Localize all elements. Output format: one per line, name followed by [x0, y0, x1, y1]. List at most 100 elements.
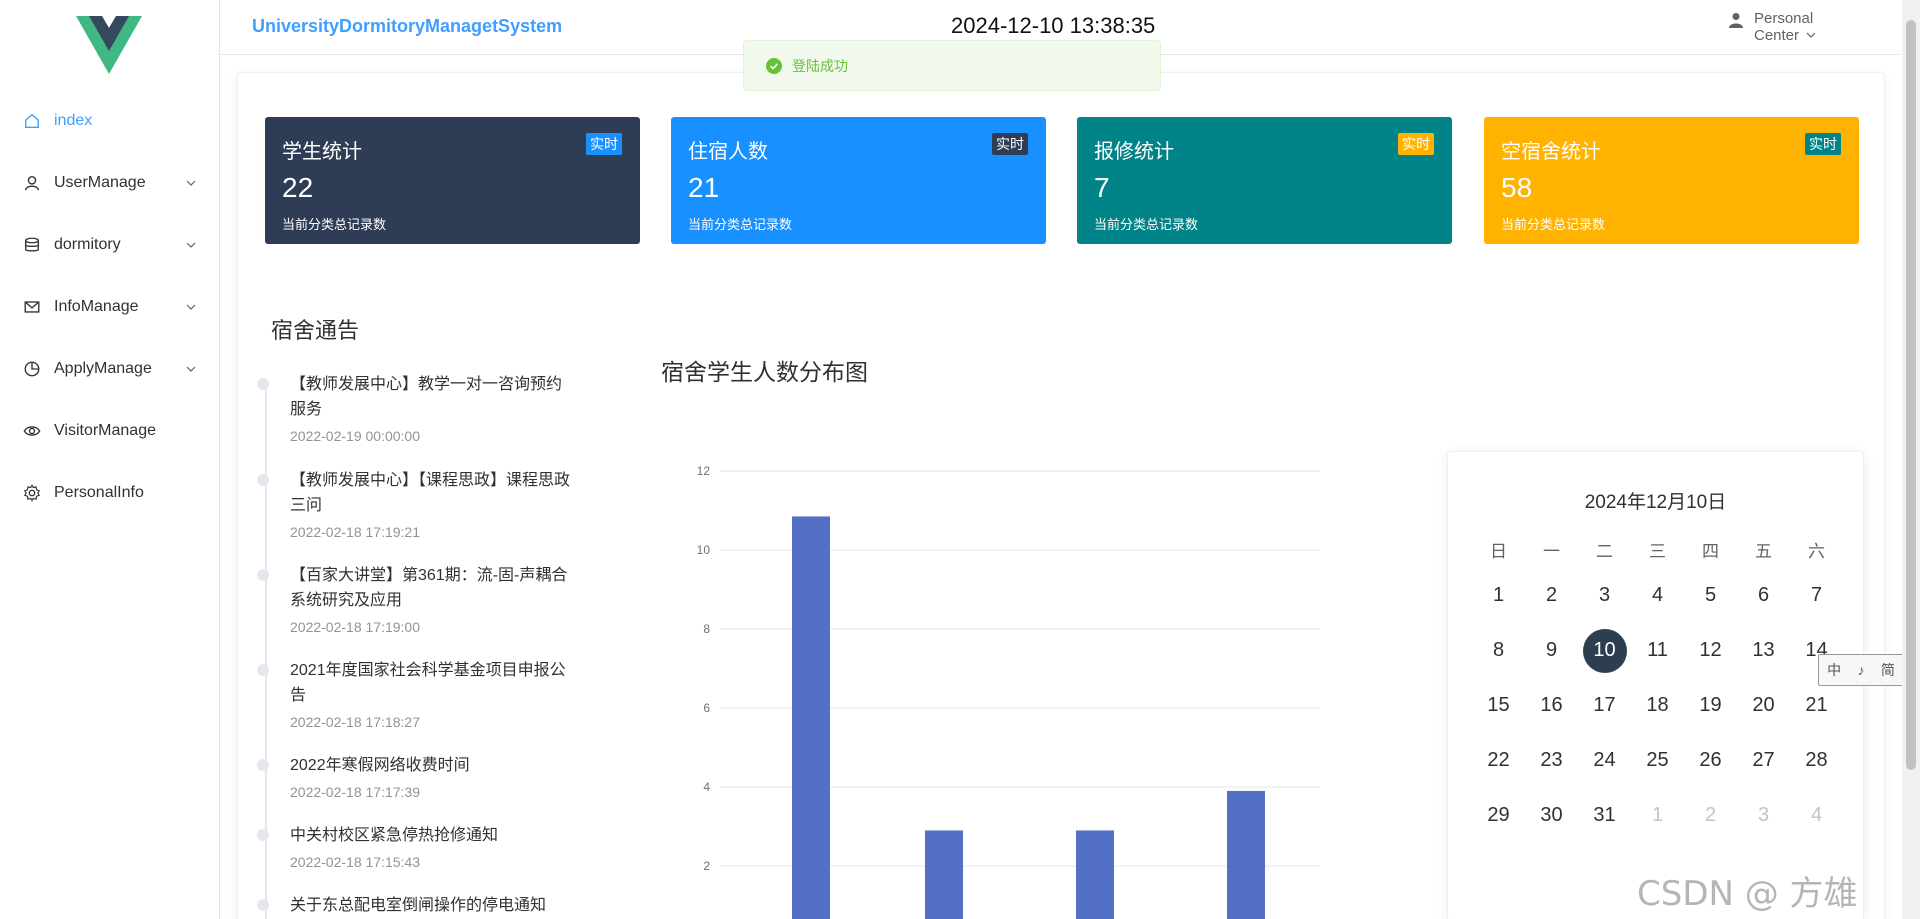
- chevron-down-icon: [186, 304, 196, 310]
- calendar-day[interactable]: 22: [1472, 733, 1525, 788]
- stat-description: 当前分类总记录数: [1501, 217, 1606, 232]
- calendar-day[interactable]: 2: [1525, 568, 1578, 623]
- calendar-day[interactable]: 23: [1525, 733, 1578, 788]
- stat-title: 学生统计: [282, 141, 362, 163]
- notice-item[interactable]: 2021年度国家社会科学基金项目申报公告 2022-02-18 17:18:27: [256, 658, 576, 730]
- notice-text: 中关村校区紧急停热抢修通知: [290, 827, 499, 844]
- weekday-label: 五: [1755, 542, 1772, 561]
- vue-logo-icon: [76, 16, 142, 74]
- chevron-down-icon: [186, 180, 196, 186]
- calendar-day[interactable]: 25: [1631, 733, 1684, 788]
- ime-button[interactable]: 中: [1827, 660, 1841, 680]
- stat-value: 22: [282, 172, 314, 203]
- calendar-day[interactable]: 15: [1472, 678, 1525, 733]
- database-icon: [22, 235, 42, 255]
- bar[interactable]: [1227, 790, 1265, 919]
- day-number: 25: [1646, 749, 1669, 771]
- day-number: 11: [1647, 639, 1668, 661]
- calendar-day[interactable]: 3: [1737, 788, 1790, 843]
- notice-item[interactable]: 【教师发展中心】教学一对一咨询预约服务 2022-02-19 00:00:00: [256, 372, 576, 444]
- calendar-day[interactable]: 9: [1525, 623, 1578, 678]
- calendar-day[interactable]: 12: [1684, 623, 1737, 678]
- realtime-badge: 实时: [586, 133, 622, 155]
- y-tick-label: 6: [703, 701, 710, 715]
- calendar-day[interactable]: 21: [1790, 678, 1843, 733]
- calendar-day[interactable]: 19: [1684, 678, 1737, 733]
- day-number: 13: [1752, 639, 1775, 661]
- calendar-day[interactable]: 4: [1631, 568, 1684, 623]
- day-number: 15: [1487, 694, 1510, 716]
- bar[interactable]: [792, 516, 830, 919]
- calendar-day[interactable]: 18: [1631, 678, 1684, 733]
- day-number: 26: [1699, 749, 1722, 771]
- sidebar-item-visitormanage[interactable]: VisitorManage: [0, 400, 220, 462]
- stat-card[interactable]: 空宿舍统计 58 当前分类总记录数 实时: [1484, 117, 1859, 244]
- sidebar: index UserManage dormitory InfoManage ApplyM…: [0, 0, 220, 919]
- system-title[interactable]: UniversityDormitoryManagetSystem: [252, 16, 562, 37]
- realtime-badge: 实时: [1398, 133, 1434, 155]
- sidebar-item-dormitory[interactable]: dormitory: [0, 214, 220, 276]
- calendar-header: 2024年12月10日: [1584, 492, 1727, 513]
- stat-title: 住宿人数: [688, 141, 768, 163]
- calendar-day[interactable]: 16: [1525, 678, 1578, 733]
- chart-title: 宿舍学生人数分布图: [661, 359, 868, 385]
- personal-center-dropdown[interactable]: Personal Center: [1728, 10, 1838, 46]
- sidebar-item-usermanage[interactable]: UserManage: [0, 152, 220, 214]
- home-icon: [22, 111, 42, 131]
- stat-card[interactable]: 学生统计 22 当前分类总记录数 实时: [265, 117, 640, 244]
- bar[interactable]: [925, 830, 963, 919]
- page-scrollbar[interactable]: [1902, 0, 1920, 919]
- calendar-day[interactable]: 1: [1631, 788, 1684, 843]
- eye-icon: [22, 421, 42, 441]
- calendar-day[interactable]: 31: [1578, 788, 1631, 843]
- day-number: 24: [1593, 749, 1616, 771]
- calendar-day[interactable]: 6: [1737, 568, 1790, 623]
- calendar-day[interactable]: 2: [1684, 788, 1737, 843]
- notice-item[interactable]: 关于东总配电室倒闸操作的停电通知: [256, 893, 576, 918]
- day-number: 7: [1810, 584, 1823, 606]
- pie-chart-icon: [22, 359, 42, 379]
- calendar-day[interactable]: 29: [1472, 788, 1525, 843]
- ime-button[interactable]: 简: [1881, 660, 1895, 680]
- calendar-day[interactable]: 20: [1737, 678, 1790, 733]
- notice-text: 【百家大讲堂】第361期：流-固-声耦合系统研究及应用: [290, 567, 568, 609]
- stat-description: 当前分类总记录数: [1094, 217, 1199, 232]
- calendar-day[interactable]: 8: [1472, 623, 1525, 678]
- calendar-day[interactable]: 11: [1631, 623, 1684, 678]
- bar[interactable]: [1076, 830, 1114, 919]
- calendar-day[interactable]: 17: [1578, 678, 1631, 733]
- notice-item[interactable]: 中关村校区紧急停热抢修通知 2022-02-18 17:15:43: [256, 823, 576, 870]
- sidebar-item-applymanage[interactable]: ApplyManage: [0, 338, 220, 400]
- ime-toolbar[interactable]: 中 ♪ 简: [1818, 654, 1904, 686]
- day-number: 27: [1752, 749, 1775, 771]
- calendar-day[interactable]: 13: [1737, 623, 1790, 678]
- calendar-day[interactable]: 1: [1472, 568, 1525, 623]
- timeline-dot: [257, 474, 269, 486]
- stat-card[interactable]: 住宿人数 21 当前分类总记录数 实时: [671, 117, 1046, 244]
- calendar-day[interactable]: 28: [1790, 733, 1843, 788]
- sidebar-item-infomanage[interactable]: InfoManage: [0, 276, 220, 338]
- stat-description: 当前分类总记录数: [688, 217, 793, 232]
- stat-card[interactable]: 报修统计 7 当前分类总记录数 实时: [1077, 117, 1452, 244]
- calendar-day[interactable]: 30: [1525, 788, 1578, 843]
- notice-item[interactable]: 2022年寒假网络收费时间 2022-02-18 17:17:39: [256, 753, 576, 800]
- bar-chart: 2 4 6 8 10 12: [697, 464, 1320, 919]
- notice-text: 【教师发展中心】教学一对一咨询预约服务: [290, 376, 563, 418]
- stat-title: 报修统计: [1094, 141, 1174, 163]
- notice-item[interactable]: 【百家大讲堂】第361期：流-固-声耦合系统研究及应用 2022-02-18 17…: [256, 563, 576, 635]
- calendar-day[interactable]: 5: [1684, 568, 1737, 623]
- calendar-day[interactable]: 26: [1684, 733, 1737, 788]
- realtime-badge: 实时: [992, 133, 1028, 155]
- calendar-day[interactable]: 7: [1790, 568, 1843, 623]
- calendar-day[interactable]: 27: [1737, 733, 1790, 788]
- sidebar-item-personalinfo[interactable]: PersonalInfo: [0, 462, 220, 524]
- calendar-day[interactable]: 4: [1790, 788, 1843, 843]
- ime-button[interactable]: ♪: [1857, 662, 1864, 678]
- stat-value: 21: [688, 172, 720, 203]
- calendar-day[interactable]: 10: [1578, 623, 1631, 678]
- calendar-day[interactable]: 24: [1578, 733, 1631, 788]
- notice-item[interactable]: 【教师发展中心】【课程思政】课程思政三问 2022-02-18 17:19:21: [256, 468, 576, 540]
- calendar-day[interactable]: 3: [1578, 568, 1631, 623]
- sidebar-item-index[interactable]: index: [0, 90, 220, 152]
- scrollbar-thumb[interactable]: [1906, 20, 1916, 770]
